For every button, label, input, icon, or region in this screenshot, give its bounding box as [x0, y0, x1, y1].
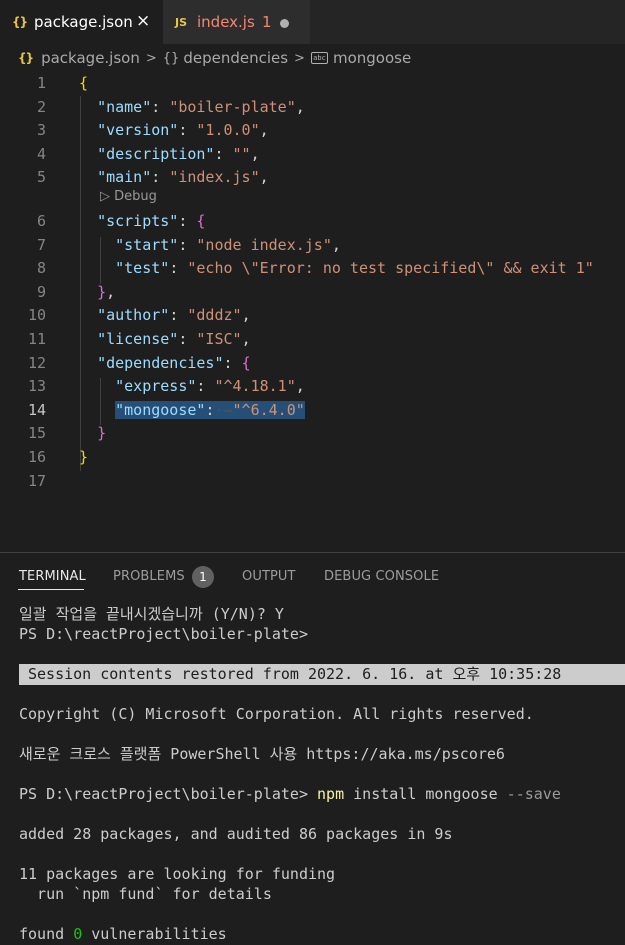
code-line: 8 "test": "echo \"Error: no test specifi… — [0, 257, 625, 281]
code-line: 2 "name": "boiler-plate", — [0, 96, 625, 120]
line-number: 4 — [36, 144, 46, 163]
close-icon[interactable]: × — [136, 11, 150, 31]
line-number: 11 — [27, 330, 46, 348]
terminal-text: vulnerabilities — [82, 925, 227, 943]
code-line: 5 "main": "index.js", — [0, 166, 625, 190]
line-number: 16 — [27, 448, 46, 466]
code-line: 7 "start": "node index.js", — [0, 234, 625, 258]
terminal-line: run `npm fund` for details — [19, 885, 272, 903]
line-number: 1 — [36, 74, 46, 92]
tab-label: package.json — [34, 13, 133, 31]
tab-problems[interactable]: PROBLEMS — [113, 569, 185, 584]
code-text: "license": "ISC", — [97, 330, 251, 348]
line-number: 10 — [27, 306, 46, 325]
breadcrumb-file[interactable]: package.json — [41, 49, 140, 67]
terminal-line: 새로운 크로스 플랫폼 PowerShell 사용 https://aka.ms… — [19, 745, 505, 763]
code-text: { — [79, 74, 89, 92]
terminal-text: found — [19, 925, 74, 943]
string-icon: abc — [310, 52, 328, 64]
terminal-line: PS D:\reactProject\boiler-plate> — [19, 625, 308, 643]
code-text: "version": "1.0.0", — [97, 121, 269, 140]
breadcrumb-section[interactable]: dependencies — [183, 49, 288, 67]
line-number: 12 — [27, 353, 46, 372]
line-number: 5 — [36, 168, 46, 187]
code-line: 12 "dependencies": { — [0, 352, 625, 376]
terminal-args: install mongoose — [344, 785, 507, 803]
code-line: 3 "version": "1.0.0", — [0, 119, 625, 143]
code-line: 15 } — [0, 422, 625, 446]
code-text: "description": "", — [97, 144, 260, 163]
code-text: }, — [97, 282, 116, 301]
code-line-current: 14 "mongoose":·→"^6.4.0" — [0, 399, 625, 423]
json-file-icon: {} — [18, 51, 34, 65]
code-text: "author": "dddz", — [97, 306, 251, 325]
code-line: 11 "license": "ISC", — [0, 328, 625, 352]
code-line: 13 "express": "^4.18.1", — [0, 375, 625, 399]
debug-codelens[interactable]: ▷ Debug — [100, 189, 157, 204]
code-line: 10 "author": "dddz", — [0, 304, 625, 328]
code-line: 6 "scripts": { — [0, 210, 625, 234]
problems-count-badge: 1 — [192, 566, 214, 588]
object-icon: {} — [162, 50, 180, 66]
terminal-line: found 0 vulnerabilities — [19, 924, 625, 944]
code-text: "express": "^4.18.1", — [115, 377, 305, 396]
active-tab-indicator — [18, 589, 84, 590]
terminal-flag: --save — [506, 785, 561, 803]
selection: "mongoose":·→"^6.4.0" — [115, 400, 305, 419]
line-number: 6 — [36, 212, 46, 230]
chevron-right-icon: > — [145, 50, 157, 66]
code-text: "scripts": { — [97, 212, 206, 230]
terminal-line: 일괄 작업을 끝내시겠습니까 (Y/N)? Y — [19, 605, 284, 623]
tab-index-js[interactable]: JS index.js 1 — [163, 0, 310, 44]
tab-label: index.js — [197, 13, 255, 31]
code-editor[interactable]: ▷ Debug 1{ 2 "name": "boiler-plate", 3 "… — [0, 72, 625, 552]
line-number: 3 — [36, 121, 46, 140]
tab-debug-console[interactable]: DEBUG CONSOLE — [324, 569, 439, 584]
tab-terminal[interactable]: TERMINAL — [19, 569, 86, 584]
bottom-panel: TERMINAL PROBLEMS 1 OUTPUT DEBUG CONSOLE… — [0, 552, 625, 945]
terminal-line: added 28 packages, and audited 86 packag… — [19, 825, 453, 843]
code-text: "test": "echo \"Error: no test specified… — [115, 259, 594, 278]
terminal-command-line: PS D:\reactProject\boiler-plate> npm ins… — [19, 784, 625, 804]
code-text: "mongoose":·→"^6.4.0" — [79, 399, 305, 423]
json-file-icon: {} — [12, 15, 28, 29]
line-number: 8 — [36, 259, 46, 278]
code-line: 16} — [0, 446, 625, 470]
line-number: 15 — [27, 424, 46, 443]
breadcrumb-item[interactable]: mongoose — [333, 49, 411, 67]
breadcrumb: {} package.json > {} dependencies > abc … — [0, 44, 625, 72]
js-file-icon: JS — [175, 15, 188, 29]
code-text: "name": "boiler-plate", — [97, 97, 305, 116]
chevron-right-icon: > — [294, 50, 305, 66]
line-number: 17 — [27, 471, 46, 490]
code-text: "start": "node index.js", — [115, 235, 341, 254]
line-number: 2 — [36, 97, 46, 116]
terminal-command: npm — [317, 785, 345, 803]
tab-output[interactable]: OUTPUT — [242, 569, 296, 584]
editor-tab-bar: {} package.json × JS index.js 1 — [0, 0, 625, 44]
code-text: "dependencies": { — [97, 353, 251, 372]
code-text: } — [97, 424, 107, 443]
unsaved-dot-icon[interactable] — [280, 19, 289, 28]
panel-tabs: TERMINAL PROBLEMS 1 OUTPUT DEBUG CONSOLE — [0, 553, 625, 597]
line-number: 14 — [27, 400, 46, 419]
terminal-line: 11 packages are looking for funding — [19, 865, 336, 883]
tab-package-json[interactable]: {} package.json × — [0, 0, 163, 44]
code-text: } — [79, 448, 89, 466]
problem-count: 1 — [262, 13, 272, 31]
code-line: 1{ — [0, 72, 625, 96]
code-text: "main": "index.js", — [97, 168, 269, 187]
line-number: 7 — [36, 235, 46, 254]
code-line: 4 "description": "", — [0, 143, 625, 167]
terminal-line: Copyright (C) Microsoft Corporation. All… — [19, 705, 534, 723]
code-line: 17 — [0, 470, 625, 494]
session-restored-banner: Session contents restored from 2022. 6. … — [19, 664, 625, 685]
line-number: 13 — [27, 377, 46, 396]
terminal-prompt: PS D:\reactProject\boiler-plate> — [19, 785, 318, 803]
code-line: 9 }, — [0, 281, 625, 305]
line-number: 9 — [36, 282, 46, 301]
vulnerability-count: 0 — [73, 925, 83, 943]
